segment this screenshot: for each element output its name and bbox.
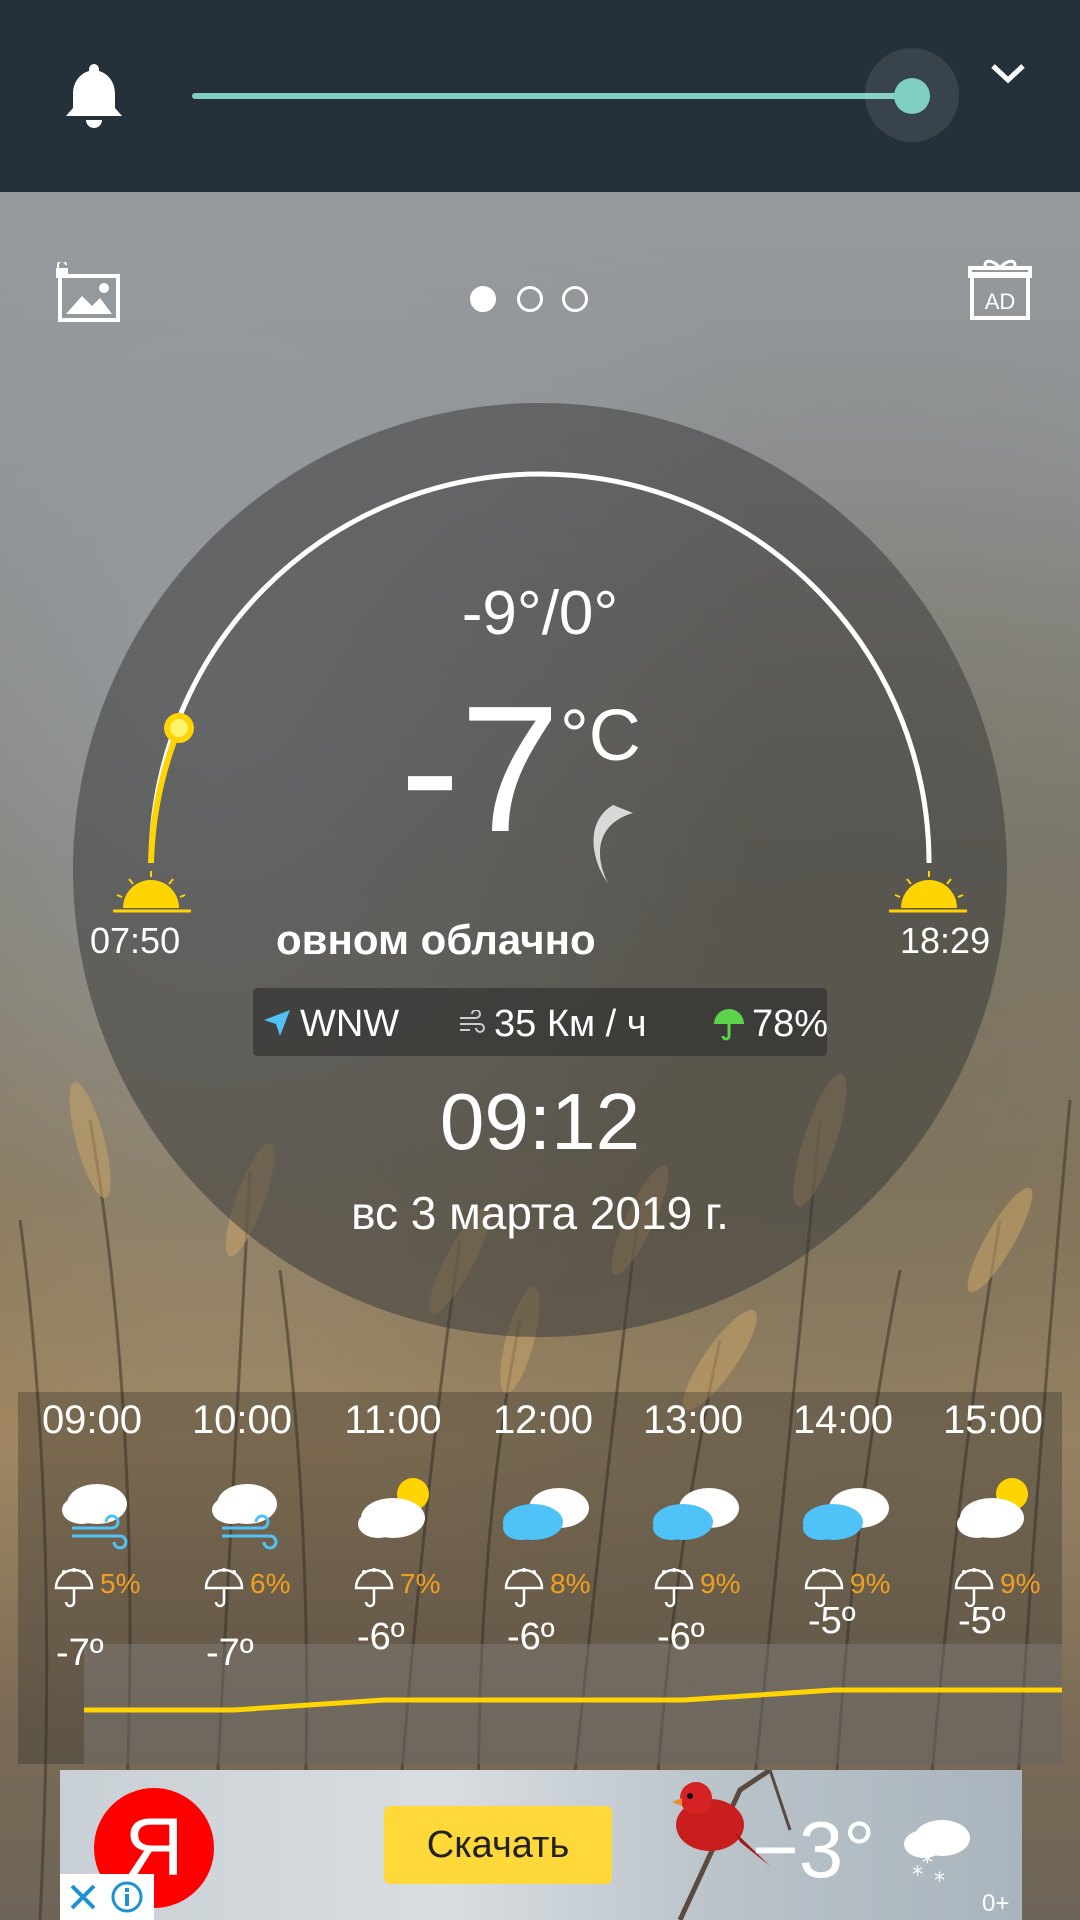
ad-icon-label: AD [985, 289, 1016, 314]
ad-banner[interactable]: Я Скачать −3° * * * 0+ [60, 1770, 1022, 1920]
snow-wind-icon [212, 1484, 278, 1550]
slider-knob[interactable] [894, 78, 930, 114]
navigation-arrow-icon [264, 1010, 290, 1036]
rain-chance: 9% [850, 1568, 891, 1599]
snow-cloud-icon: * ** [904, 1820, 970, 1890]
ad-controls [60, 1874, 154, 1920]
bell-icon[interactable] [62, 60, 126, 130]
hour-temp: -7º [206, 1632, 254, 1674]
close-icon[interactable] [68, 1882, 98, 1912]
info-icon[interactable] [110, 1880, 144, 1914]
umbrella-icon [714, 1009, 744, 1041]
hour-label: 12:00 [492, 1398, 594, 1442]
page-indicator [470, 286, 600, 316]
rain-chance: 9% [1000, 1568, 1041, 1599]
cloudy-icon [803, 1488, 889, 1540]
page-dot-1[interactable] [470, 286, 496, 312]
page-dot-2[interactable] [517, 286, 543, 312]
hour-label: 11:00 [344, 1398, 442, 1442]
hour-temp: -5º [958, 1600, 1006, 1642]
temp-line [84, 1687, 1062, 1713]
rain-chance: 9% [700, 1568, 741, 1599]
rain-chance: 7% [400, 1568, 441, 1599]
rain-chance: 5% [100, 1568, 141, 1599]
wind-direction: WNW [300, 1003, 400, 1045]
page-dot-3[interactable] [562, 286, 588, 312]
hour-label: 09:00 [41, 1398, 143, 1442]
hour-label: 15:00 [942, 1398, 1044, 1442]
current-date: вс 3 марта 2019 г. [351, 1187, 729, 1239]
high-low-temp: -9°/0° [461, 579, 619, 648]
snow-wind-icon [62, 1484, 128, 1550]
hour-label: 13:00 [642, 1398, 744, 1442]
cloudy-icon [653, 1488, 739, 1540]
partly-sunny-icon [957, 1478, 1028, 1538]
image-lock-icon[interactable] [56, 262, 122, 324]
sunset-icon [889, 871, 967, 913]
rain-chance: 6% [250, 1568, 291, 1599]
current-time: 09:12 [439, 1077, 641, 1166]
condition-text: овном облачно [276, 916, 596, 963]
svg-text:*: * [934, 1869, 945, 1890]
download-button[interactable]: Скачать [384, 1806, 612, 1884]
hour-label: 14:00 [792, 1398, 894, 1442]
hour-temp: -7º [56, 1632, 104, 1674]
sunrise-time: 07:50 [90, 920, 181, 961]
chevron-down-icon[interactable] [988, 58, 1028, 88]
partly-sunny-icon [358, 1478, 429, 1538]
brightness-slider-track[interactable] [192, 93, 912, 99]
rain-chance: 8% [550, 1568, 591, 1599]
cloudy-icon [503, 1488, 589, 1540]
gift-ad-icon[interactable]: AD [968, 256, 1032, 322]
top-bar [0, 0, 1080, 192]
age-rating: 0+ [982, 1890, 1010, 1917]
sunset-time: 18:29 [900, 920, 991, 961]
wind-icon [460, 1010, 485, 1033]
hour-temp: -6º [657, 1616, 705, 1658]
wind-speed: 35 Км / ч [494, 1003, 647, 1045]
ad-temperature: −3° [752, 1805, 876, 1894]
hour-temp: -6º [507, 1616, 555, 1658]
humidity: 78% [752, 1003, 829, 1045]
hour-temp: -5º [808, 1600, 856, 1642]
svg-text:*: * [922, 1851, 933, 1876]
hour-label: 10:00 [191, 1398, 293, 1442]
sunrise-icon [113, 871, 191, 913]
current-temp: -7 [400, 669, 561, 870]
hour-temp: -6º [357, 1616, 405, 1658]
temp-unit[interactable]: °C [560, 695, 641, 777]
